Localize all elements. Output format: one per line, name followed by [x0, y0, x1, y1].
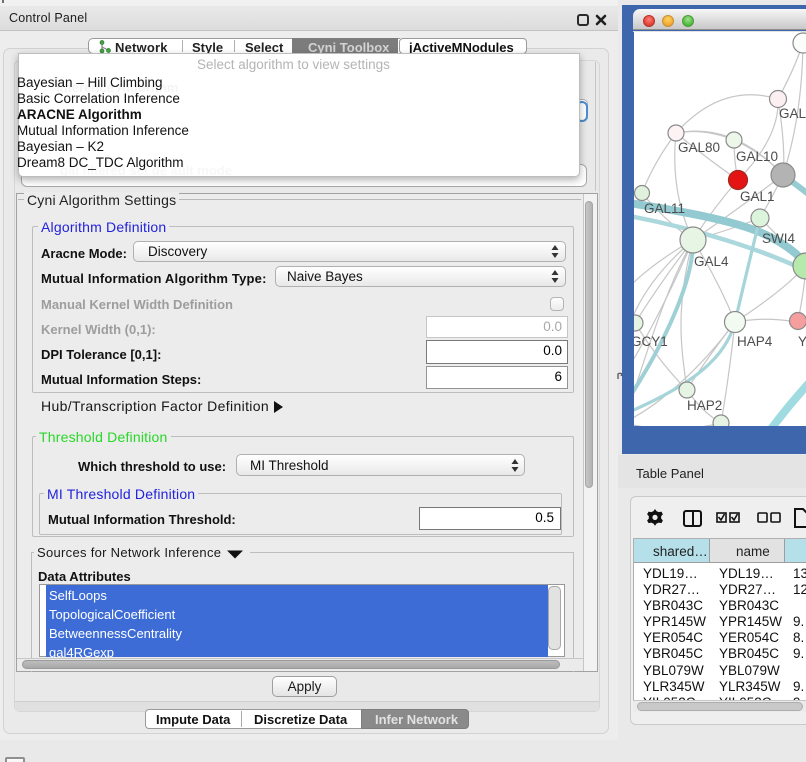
svg-text:GCY1: GCY1	[634, 334, 668, 349]
svg-text:HAP2: HAP2	[687, 398, 722, 413]
svg-text:Y: Y	[798, 334, 806, 349]
svg-text:GAL: GAL	[779, 106, 806, 121]
svg-text:HAP4: HAP4	[737, 334, 773, 349]
svg-text:GAL1: GAL1	[740, 189, 775, 204]
svg-text:SWI4: SWI4	[762, 231, 795, 246]
svg-text:GAL4: GAL4	[694, 254, 729, 269]
svg-text:GAL10: GAL10	[736, 149, 778, 164]
svg-text:GAL80: GAL80	[678, 140, 720, 155]
svg-text:GAL11: GAL11	[644, 201, 685, 216]
